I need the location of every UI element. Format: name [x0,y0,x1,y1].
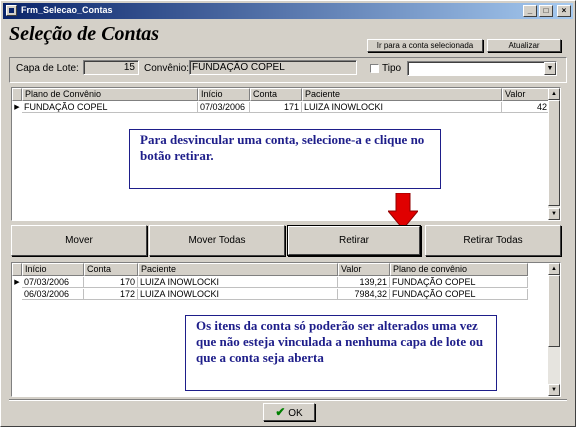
cell-valor: 139,21 [338,277,390,288]
tipo-checkbox[interactable] [370,64,379,73]
app-icon [6,5,17,16]
remove-button[interactable]: Retirar [287,225,421,256]
capa-label: Capa de Lote: [16,63,79,74]
scroll-thumb[interactable] [548,100,560,206]
capa-field[interactable]: 15 [83,60,139,75]
page-title: Seleção de Contas [9,23,159,45]
cell-conta: 170 [84,277,138,288]
cell-conta: 171 [250,102,302,113]
cell-paciente: LUIZA INOWLOCKI [138,277,338,288]
tipo-label: Tipo [382,63,402,74]
move-all-button[interactable]: Mover Todas [149,225,285,256]
col-inicio[interactable]: Início [198,88,250,101]
footer-divider [9,399,567,401]
red-arrow-icon [388,193,418,229]
cell-paciente: LUIZA INOWLOCKI [138,289,338,300]
cell-inicio: 07/03/2006 [198,102,250,113]
ok-button[interactable]: ✔ OK [263,403,315,421]
cell-conta: 172 [84,289,138,300]
goto-account-button[interactable]: Ir para a conta selecionada [367,39,483,52]
scroll-down-icon[interactable]: ▼ [548,384,560,396]
main-window: Frm_Selecao_Contas _ □ × Seleção de Cont… [0,0,576,427]
close-button[interactable]: × [557,5,571,17]
col-valor[interactable]: Valor [338,263,390,276]
col-conta[interactable]: Conta [84,263,138,276]
col-valor[interactable]: Valor [502,88,550,101]
col-plano[interactable]: Plano de Convênio [22,88,198,101]
info-callout-bottom: Os itens da conta só poderão ser alterad… [185,315,497,391]
check-icon: ✔ [275,405,286,419]
refresh-button[interactable]: Atualizar [487,39,561,52]
move-button[interactable]: Mover [11,225,147,256]
minimize-button[interactable]: _ [523,5,537,17]
cell-plano: FUNDAÇÃO COPEL [390,277,528,288]
convenio-label: Convênio: [144,63,190,74]
remove-all-button[interactable]: Retirar Todas [425,225,561,256]
grid-corner [12,88,22,101]
scroll-thumb[interactable] [548,275,560,347]
title-bar[interactable]: Frm_Selecao_Contas _ □ × [3,3,573,19]
cell-valor: 7984,32 [338,289,390,300]
col-conta[interactable]: Conta [250,88,302,101]
window-title: Frm_Selecao_Contas [21,5,113,15]
top-grid-scrollbar[interactable]: ▲ ▼ [548,88,560,220]
col-inicio[interactable]: Início [22,263,84,276]
scroll-up-icon[interactable]: ▲ [548,88,560,100]
cell-plano: FUNDAÇÃO COPEL [390,289,528,300]
cell-inicio: 06/03/2006 [22,289,84,300]
grid-corner [12,263,22,276]
cell-valor: 42 [502,102,550,113]
col-paciente[interactable]: Paciente [302,88,502,101]
col-plano[interactable]: Plano de convênio [390,263,528,276]
info-callout-top: Para desvincular uma conta, selecione-a … [129,129,441,189]
ok-label: OK [288,408,303,419]
cell-plano: FUNDAÇÃO COPEL [22,102,198,113]
row-pointer-icon: ▶ [14,104,20,111]
col-paciente[interactable]: Paciente [138,263,338,276]
chevron-down-icon[interactable]: ▼ [544,62,556,75]
tipo-select[interactable]: ▼ [407,61,557,76]
scroll-down-icon[interactable]: ▼ [548,208,560,220]
row-pointer-icon: ▶ [14,279,20,286]
scroll-up-icon[interactable]: ▲ [548,263,560,275]
cell-paciente: LUIZA INOWLOCKI [302,102,502,113]
bottom-grid-scrollbar[interactable]: ▲ ▼ [548,263,560,396]
maximize-button[interactable]: □ [539,5,553,17]
convenio-field[interactable]: FUNDAÇÃO COPEL [189,60,357,75]
cell-inicio: 07/03/2006 [22,277,84,288]
